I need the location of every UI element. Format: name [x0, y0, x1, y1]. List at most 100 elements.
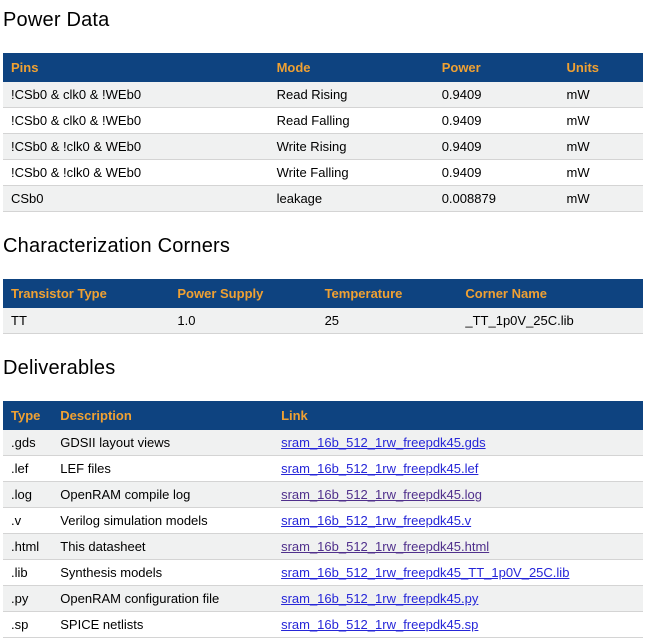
column-header: Link [273, 401, 643, 430]
table-cell: Write Falling [269, 160, 434, 186]
table-row: .htmlThis datasheet sram_16b_512_1rw_free… [3, 534, 643, 560]
deliverables-table-body: .gdsGDSII layout views sram_16b_512_1rw_f… [3, 430, 643, 638]
file-link[interactable]: sram_16b_512_1rw_freepdk45.lef [281, 461, 478, 476]
file-link[interactable]: sram_16b_512_1rw_freepdk45.py [281, 591, 478, 606]
characterization-corners-section: Characterization Corners Transistor Type… [3, 235, 643, 334]
deliverables-heading: Deliverables [3, 357, 643, 380]
header-row: PinsModePowerUnits [3, 53, 643, 82]
file-link[interactable]: sram_16b_512_1rw_freepdk45.log [281, 487, 482, 502]
deliverables-section: Deliverables TypeDescriptionLink .gdsGDS… [3, 357, 643, 638]
link-cell: sram_16b_512_1rw_freepdk45.py [273, 586, 643, 612]
power-data-table-header: PinsModePowerUnits [3, 53, 643, 82]
power-data-heading: Power Data [3, 9, 643, 32]
table-cell: 25 [317, 308, 458, 334]
column-header: Transistor Type [3, 279, 169, 308]
table-cell: This datasheet [52, 534, 273, 560]
table-cell: mW [559, 82, 644, 108]
header-row: Transistor TypePower SupplyTemperatureCo… [3, 279, 643, 308]
table-cell: .gds [3, 430, 52, 456]
deliverables-table: TypeDescriptionLink .gdsGDSII layout vie… [3, 401, 643, 638]
column-header: Mode [269, 53, 434, 82]
table-cell: CSb0 [3, 186, 269, 212]
link-cell: sram_16b_512_1rw_freepdk45.v [273, 508, 643, 534]
table-cell: Read Falling [269, 108, 434, 134]
table-cell: 0.9409 [434, 82, 559, 108]
link-cell: sram_16b_512_1rw_freepdk45_TT_1p0V_25C.l… [273, 560, 643, 586]
table-cell: .html [3, 534, 52, 560]
table-cell: mW [559, 186, 644, 212]
table-cell: LEF files [52, 456, 273, 482]
link-cell: sram_16b_512_1rw_freepdk45.html [273, 534, 643, 560]
table-cell: SPICE netlists [52, 612, 273, 638]
power-data-section: Power Data PinsModePowerUnits !CSb0 & cl… [3, 9, 643, 212]
table-cell: !CSb0 & clk0 & !WEb0 [3, 82, 269, 108]
table-cell: 0.9409 [434, 134, 559, 160]
table-row: .spSPICE netlists sram_16b_512_1rw_freepd… [3, 612, 643, 638]
table-row: .libSynthesis models sram_16b_512_1rw_fre… [3, 560, 643, 586]
header-row: TypeDescriptionLink [3, 401, 643, 430]
power-data-table-body: !CSb0 & clk0 & !WEb0Read Rising0.9409mW!… [3, 82, 643, 212]
table-cell: 1.0 [169, 308, 316, 334]
table-cell: Synthesis models [52, 560, 273, 586]
table-cell: mW [559, 134, 644, 160]
characterization-corners-table-body: TT1.025_TT_1p0V_25C.lib [3, 308, 643, 334]
table-cell: Verilog simulation models [52, 508, 273, 534]
table-cell: Write Rising [269, 134, 434, 160]
link-cell: sram_16b_512_1rw_freepdk45.sp [273, 612, 643, 638]
table-row: !CSb0 & clk0 & !WEb0Read Rising0.9409mW [3, 82, 643, 108]
column-header: Power [434, 53, 559, 82]
table-cell: _TT_1p0V_25C.lib [457, 308, 643, 334]
table-cell: GDSII layout views [52, 430, 273, 456]
table-row: !CSb0 & clk0 & !WEb0Read Falling0.9409mW [3, 108, 643, 134]
table-cell: .v [3, 508, 52, 534]
table-row: !CSb0 & !clk0 & WEb0Write Falling0.9409m… [3, 160, 643, 186]
table-cell: !CSb0 & !clk0 & WEb0 [3, 160, 269, 186]
column-header: Corner Name [457, 279, 643, 308]
table-cell: leakage [269, 186, 434, 212]
file-link[interactable]: sram_16b_512_1rw_freepdk45.html [281, 539, 489, 554]
table-row: .gdsGDSII layout views sram_16b_512_1rw_f… [3, 430, 643, 456]
table-cell: 0.9409 [434, 108, 559, 134]
table-cell: .lef [3, 456, 52, 482]
characterization-corners-heading: Characterization Corners [3, 235, 643, 258]
characterization-corners-table-header: Transistor TypePower SupplyTemperatureCo… [3, 279, 643, 308]
link-cell: sram_16b_512_1rw_freepdk45.gds [273, 430, 643, 456]
characterization-corners-table: Transistor TypePower SupplyTemperatureCo… [3, 279, 643, 334]
file-link[interactable]: sram_16b_512_1rw_freepdk45.v [281, 513, 471, 528]
column-header: Temperature [317, 279, 458, 308]
column-header: Units [559, 53, 644, 82]
table-row: .lefLEF files sram_16b_512_1rw_freepdk45.… [3, 456, 643, 482]
table-cell: Read Rising [269, 82, 434, 108]
file-link[interactable]: sram_16b_512_1rw_freepdk45_TT_1p0V_25C.l… [281, 565, 569, 580]
link-cell: sram_16b_512_1rw_freepdk45.log [273, 482, 643, 508]
datasheet-page: Power Data PinsModePowerUnits !CSb0 & cl… [0, 0, 660, 640]
deliverables-table-header: TypeDescriptionLink [3, 401, 643, 430]
file-link[interactable]: sram_16b_512_1rw_freepdk45.gds [281, 435, 486, 450]
table-cell: !CSb0 & clk0 & !WEb0 [3, 108, 269, 134]
column-header: Description [52, 401, 273, 430]
table-row: !CSb0 & !clk0 & WEb0Write Rising0.9409mW [3, 134, 643, 160]
table-cell: .log [3, 482, 52, 508]
table-cell: !CSb0 & !clk0 & WEb0 [3, 134, 269, 160]
table-row: .logOpenRAM compile log sram_16b_512_1rw_… [3, 482, 643, 508]
table-cell: TT [3, 308, 169, 334]
table-cell: 0.9409 [434, 160, 559, 186]
table-cell: OpenRAM configuration file [52, 586, 273, 612]
table-row: TT1.025_TT_1p0V_25C.lib [3, 308, 643, 334]
table-row: CSb0leakage0.008879mW [3, 186, 643, 212]
table-cell: 0.008879 [434, 186, 559, 212]
column-header: Type [3, 401, 52, 430]
link-cell: sram_16b_512_1rw_freepdk45.lef [273, 456, 643, 482]
table-row: .pyOpenRAM configuration file sram_16b_51… [3, 586, 643, 612]
table-cell: .py [3, 586, 52, 612]
table-cell: .lib [3, 560, 52, 586]
table-cell: OpenRAM compile log [52, 482, 273, 508]
power-data-table: PinsModePowerUnits !CSb0 & clk0 & !WEb0R… [3, 53, 643, 212]
table-cell: mW [559, 108, 644, 134]
column-header: Power Supply [169, 279, 316, 308]
column-header: Pins [3, 53, 269, 82]
table-row: .vVerilog simulation models sram_16b_512_… [3, 508, 643, 534]
table-cell: mW [559, 160, 644, 186]
file-link[interactable]: sram_16b_512_1rw_freepdk45.sp [281, 617, 478, 632]
table-cell: .sp [3, 612, 52, 638]
